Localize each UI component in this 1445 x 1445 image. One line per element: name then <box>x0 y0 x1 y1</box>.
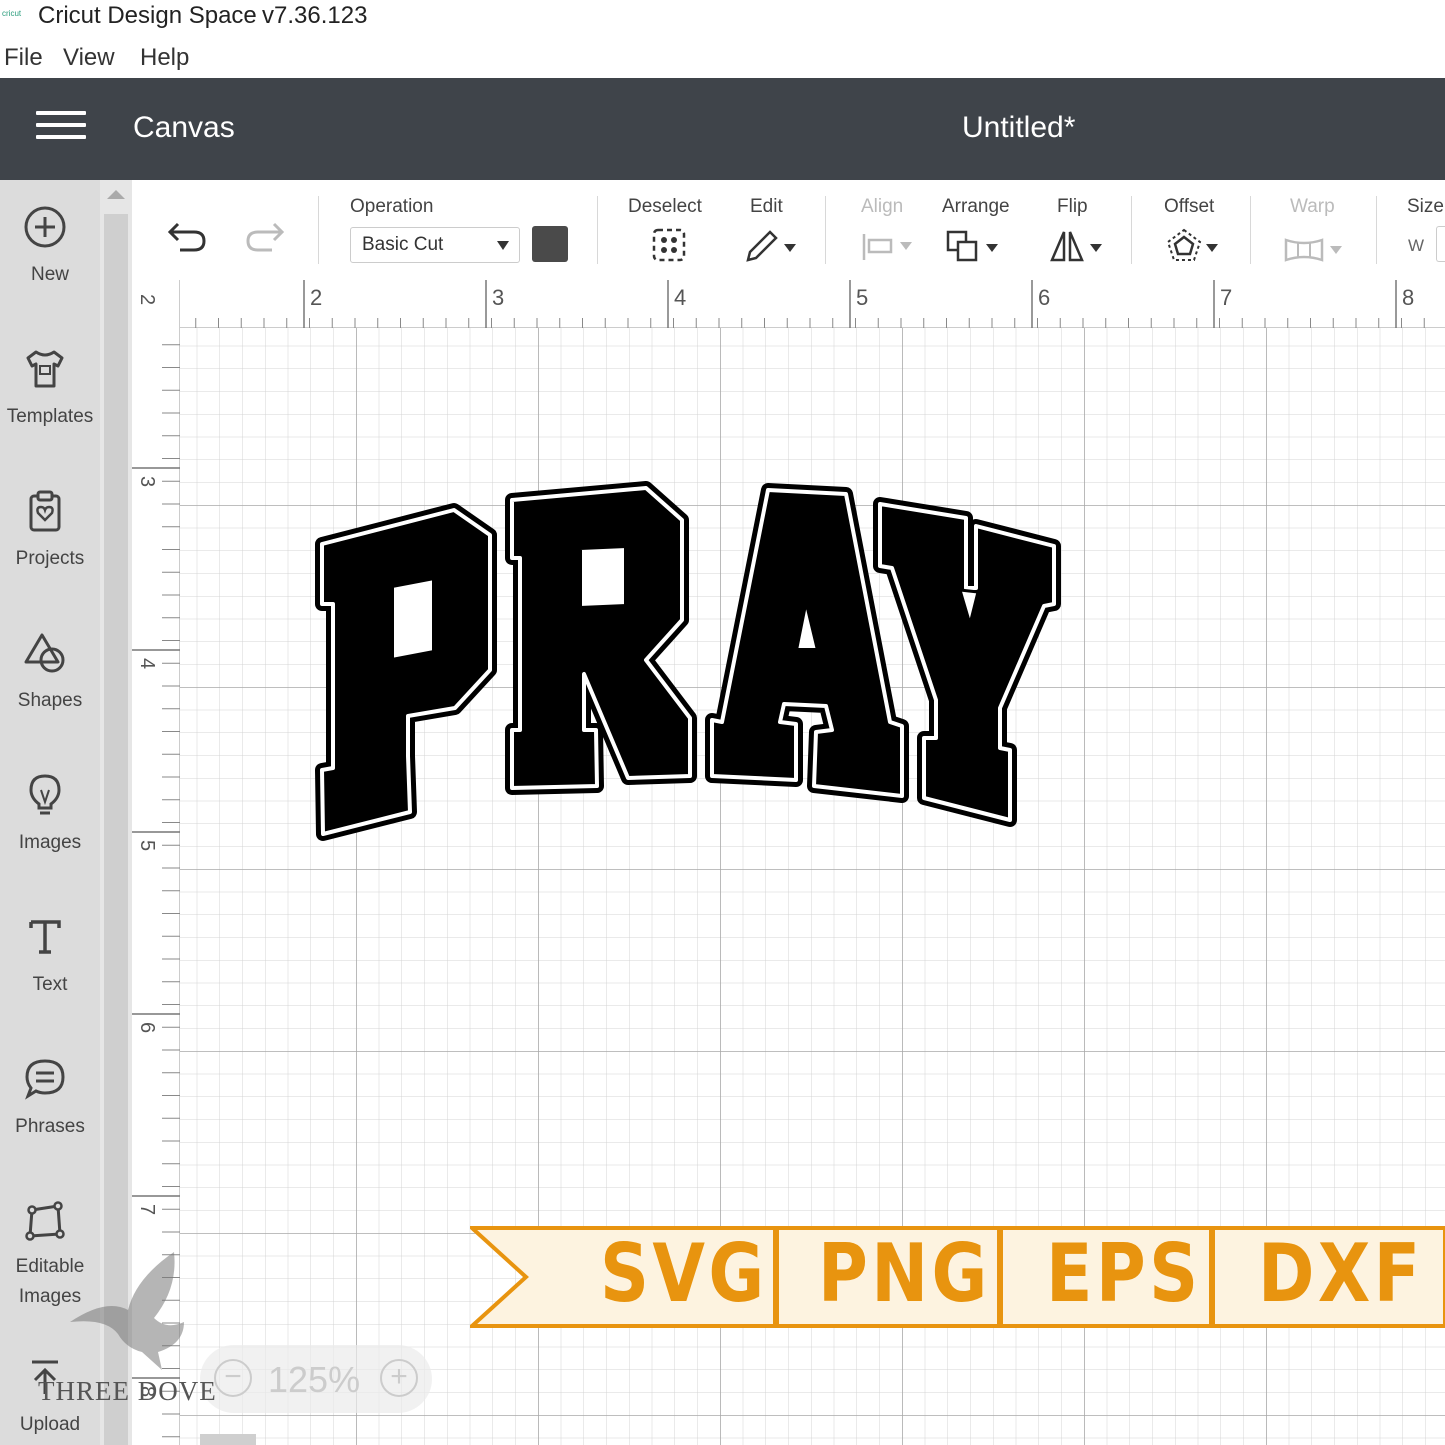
redo-icon[interactable] <box>242 218 286 254</box>
sidebar-item-new[interactable]: New <box>0 180 100 310</box>
watermark-text: THREE DOVE <box>38 1376 217 1406</box>
zoom-level: 125% <box>268 1359 361 1400</box>
toolbar-divider <box>597 196 598 264</box>
ruler-label: 7 <box>136 1204 158 1216</box>
ruler-label: 8 <box>1402 285 1415 310</box>
zoom-control: − 125% + <box>200 1345 432 1413</box>
arrange-label: Arrange <box>942 196 1010 217</box>
ruler-horizontal: 2 3 4 5 6 7 8 <box>132 280 1445 328</box>
sidebar-item-label: Upload <box>19 1414 81 1435</box>
hamburger-menu-icon[interactable] <box>36 111 86 145</box>
app-header: Canvas Untitled* <box>0 78 1445 180</box>
flip-icon[interactable] <box>1048 226 1108 266</box>
offset-label: Offset <box>1164 196 1215 217</box>
shapes-icon <box>24 633 65 673</box>
menu-view[interactable]: View <box>63 44 115 72</box>
sidebar-item-label: Text <box>32 974 68 995</box>
menu-help[interactable]: Help <box>140 44 189 72</box>
toolbar-divider <box>1250 196 1251 264</box>
speech-bubble-icon <box>25 1059 65 1100</box>
ruler-label: 6 <box>136 1022 158 1034</box>
file-format-banner: SVG PNG EPS DXF <box>470 1226 1445 1328</box>
edit-pencil-icon[interactable] <box>742 226 802 266</box>
ruler-label: 2 <box>136 294 158 306</box>
sidebar-item-label: Templates <box>6 406 94 427</box>
zoom-out-button[interactable]: − <box>214 1359 252 1397</box>
toolbar-divider <box>825 196 826 264</box>
format-eps-label: EPS <box>1046 1227 1202 1320</box>
deselect-label: Deselect <box>628 196 702 217</box>
sidebar-item-projects[interactable]: Projects <box>0 464 100 594</box>
app-version: v7.36.123 <box>262 2 368 29</box>
warp-icon <box>1284 238 1342 262</box>
operation-label: Operation <box>350 196 434 217</box>
scroll-up-icon[interactable] <box>107 190 125 199</box>
ruler-label: 5 <box>136 840 158 852</box>
ruler-label: 6 <box>1038 285 1051 310</box>
sidebar-item-label: Phrases <box>15 1116 85 1137</box>
ruler-label: 2 <box>310 285 323 310</box>
document-title[interactable]: Untitled* <box>962 111 1075 145</box>
size-label: Size <box>1407 196 1444 217</box>
warp-label: Warp <box>1290 196 1335 217</box>
sidebar-item-templates[interactable]: Templates <box>0 322 100 452</box>
format-dxf-label: DXF <box>1258 1227 1424 1320</box>
ruler-label: 7 <box>1220 285 1233 310</box>
ruler-label: 4 <box>136 658 158 670</box>
deselect-icon[interactable] <box>650 226 690 266</box>
dove-watermark-logo <box>70 1252 184 1370</box>
align-icon <box>862 234 912 260</box>
ruler-label: 3 <box>492 285 505 310</box>
operation-select[interactable]: Basic Cut <box>350 227 520 263</box>
menu-bar: File View Help <box>0 38 1445 74</box>
sidebar-item-shapes[interactable]: Shapes <box>0 606 100 736</box>
flip-label: Flip <box>1057 196 1088 217</box>
format-png-label: PNG <box>818 1227 991 1320</box>
ruler-label: 3 <box>136 476 158 488</box>
offset-icon[interactable] <box>1164 226 1224 266</box>
plus-circle-icon <box>24 206 66 248</box>
ruler-label: 4 <box>674 285 687 310</box>
toolbar-divider <box>318 196 319 264</box>
edit-toolbar: Operation Basic Cut Deselect Edit Align … <box>132 180 1445 280</box>
size-width-input[interactable] <box>1436 226 1445 262</box>
toolbar-divider <box>1376 196 1377 264</box>
undo-icon[interactable] <box>166 218 210 254</box>
toolbar-divider <box>1131 196 1132 264</box>
ruler-ticks <box>180 280 1445 328</box>
sidebar-item-label: Shapes <box>17 690 83 711</box>
clipboard-heart-icon <box>29 490 61 532</box>
chevron-down-icon <box>497 241 509 250</box>
operation-color-swatch[interactable] <box>532 226 568 262</box>
zoom-in-button[interactable]: + <box>380 1359 418 1397</box>
sidebar-item-label: Projects <box>15 548 85 569</box>
app-logo-icon: cricut <box>2 9 22 18</box>
size-width-label: W <box>1408 236 1425 255</box>
sidebar-item-text[interactable]: Text <box>0 890 100 1020</box>
sidebar-item-label: New <box>30 264 69 285</box>
menu-file[interactable]: File <box>4 44 43 72</box>
sidebar-item-label: Images <box>18 832 82 853</box>
lightbulb-icon <box>29 774 61 815</box>
ruler-label: 5 <box>856 285 869 310</box>
app-title: Cricut Design Space <box>38 2 257 29</box>
sidebar-item-images[interactable]: Images <box>0 748 100 878</box>
editable-image-icon <box>25 1201 65 1241</box>
format-svg-label: SVG <box>600 1227 768 1320</box>
operation-value: Basic Cut <box>362 234 444 255</box>
section-title: Canvas <box>133 111 235 144</box>
edit-label: Edit <box>750 196 783 217</box>
text-t-icon <box>29 920 61 954</box>
align-label: Align <box>861 196 904 217</box>
title-bar: cricut Cricut Design Space v7.36.123 <box>0 0 1445 34</box>
arrange-icon[interactable] <box>944 226 1004 266</box>
tshirt-icon <box>26 350 64 388</box>
horizontal-scrollbar-thumb[interactable] <box>200 1434 256 1445</box>
sidebar-item-phrases[interactable]: Phrases <box>0 1032 100 1162</box>
